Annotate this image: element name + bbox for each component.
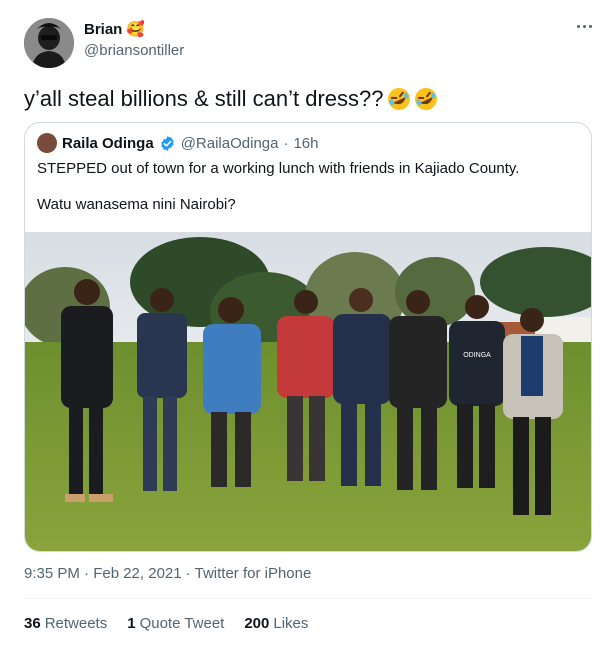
tweet-card: Brian 🥰 @briansontiller y’all steal bill… — [8, 6, 608, 646]
likes-count: 200 — [244, 615, 270, 632]
tweet-source[interactable]: Twitter for iPhone — [195, 565, 312, 582]
quoted-author-name: Raila Odinga — [62, 134, 154, 152]
tweet-stats: 36 Retweets 1 Quote Tweet 200 Likes — [24, 615, 308, 632]
tweet-text-body: y’all steal billions & still can’t dress… — [24, 86, 384, 111]
group-photo[interactable]: ODINGA — [25, 232, 591, 552]
sweater-text: ODINGA — [463, 352, 491, 359]
rofl-emoji-icon-2 — [414, 88, 437, 110]
likes-stat[interactable]: 200 Likes — [244, 615, 308, 632]
more-dots-icon[interactable] — [574, 20, 594, 32]
quotes-count: 1 — [127, 615, 136, 632]
tweet-timestamp[interactable]: 9:35 PM · Feb 22, 2021 — [24, 565, 182, 582]
quoted-author-avatar — [37, 133, 57, 153]
rofl-emoji-icon — [387, 88, 410, 110]
tweet-meta: 9:35 PM · Feb 22, 2021 · Twitter for iPh… — [24, 565, 311, 582]
author-name-row[interactable]: Brian 🥰 — [84, 20, 145, 38]
author-avatar[interactable] — [24, 18, 74, 68]
meta-separator: · — [185, 565, 191, 582]
quoted-author-handle: @RailaOdinga — [180, 134, 279, 152]
quote-tweets-stat[interactable]: 1 Quote Tweet — [127, 615, 224, 632]
author-emoji: 🥰 — [126, 20, 146, 38]
avatar-image — [24, 18, 74, 68]
quoted-tweet-line-2: Watu wanasema nini Nairobi? — [37, 196, 236, 213]
retweets-count: 36 — [24, 615, 41, 632]
quotes-label: Quote Tweet — [139, 615, 225, 632]
tweet-text: y’all steal billions & still can’t dress… — [24, 86, 438, 112]
quoted-tweet-header: Raila Odinga @RailaOdinga · 16h — [37, 133, 319, 153]
verified-badge-icon — [160, 135, 174, 151]
author-name[interactable]: Brian — [84, 21, 122, 38]
retweets-stat[interactable]: 36 Retweets — [24, 615, 107, 632]
divider-top — [24, 598, 592, 599]
separator-dot: · — [283, 134, 289, 152]
retweets-label: Retweets — [44, 615, 108, 632]
likes-label: Likes — [273, 615, 309, 632]
quoted-tweet-time: 16h — [293, 134, 319, 152]
quoted-tweet-line-1: STEPPED out of town for a working lunch … — [37, 160, 520, 177]
quoted-tweet[interactable]: Raila Odinga @RailaOdinga · 16h STEPPED … — [24, 122, 592, 552]
author-handle[interactable]: @briansontiller — [84, 42, 184, 59]
